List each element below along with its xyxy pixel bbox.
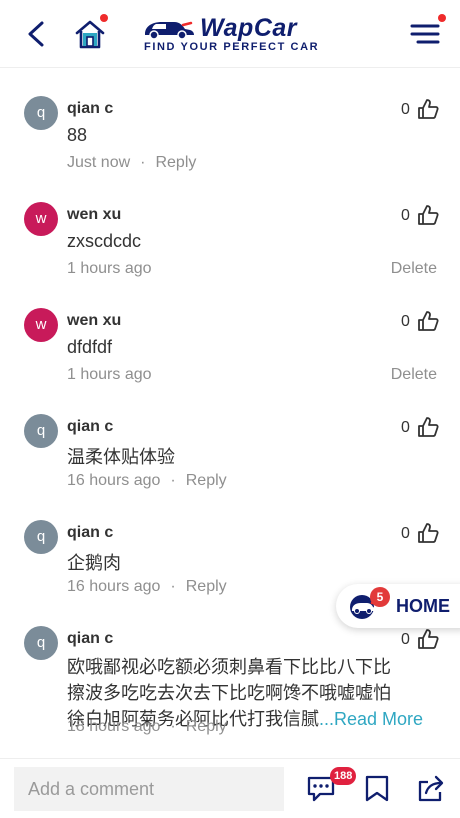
avatar[interactable]: w <box>24 308 58 342</box>
thumbs-up-icon[interactable] <box>417 98 439 120</box>
comment-time: 1 hours ago <box>67 366 152 383</box>
comment-list: q qian c 0 88 Just now · Reply w wen xu 0 … <box>0 68 460 758</box>
bottom-action-bar: 188 <box>0 758 460 818</box>
thumbs-up-icon[interactable] <box>417 628 439 650</box>
comment-author[interactable]: wen xu <box>67 206 121 224</box>
reply-button[interactable]: Reply <box>186 472 227 489</box>
comment-time: 18 hours ago <box>67 718 161 735</box>
back-arrow-icon[interactable] <box>22 18 52 50</box>
avatar[interactable]: q <box>24 96 58 130</box>
read-more-link[interactable]: ...Read More <box>319 709 424 729</box>
logo-tagline: FIND YOUR PERFECT CAR <box>144 41 320 53</box>
comment-time: 1 hours ago <box>67 260 152 277</box>
separator-dot: · <box>170 578 176 595</box>
comment-item: q qian c 0 88 Just now · Reply <box>0 68 460 174</box>
avatar[interactable]: w <box>24 202 58 236</box>
comment-author[interactable]: qian c <box>67 524 113 542</box>
comment-author[interactable]: wen xu <box>67 312 121 330</box>
comment-text: 88 <box>67 125 88 145</box>
menu-notification-dot <box>438 14 446 22</box>
like-count: 0 <box>401 631 410 648</box>
top-navigation-bar: WapCar FIND YOUR PERFECT CAR <box>0 0 460 68</box>
thumbs-up-icon[interactable] <box>417 204 439 226</box>
hamburger-menu-icon <box>410 24 440 44</box>
like-count: 0 <box>401 525 410 542</box>
comment-item: q qian c 0 温柔体贴体验 16 hours ago · Reply <box>0 386 460 492</box>
comment-time: 16 hours ago <box>67 472 161 489</box>
comment-text-line: 欧哦鄙视必吃额必须刺鼻看下比比八下比 <box>67 657 391 677</box>
thumbs-up-icon[interactable] <box>417 310 439 332</box>
comment-input[interactable] <box>14 767 284 811</box>
notification-badge: 5 <box>370 587 390 607</box>
thumbs-up-icon[interactable] <box>417 522 439 544</box>
share-icon[interactable] <box>416 773 446 803</box>
delete-button[interactable]: Delete <box>391 366 437 384</box>
bookmark-icon[interactable] <box>362 773 392 803</box>
home-notification-dot <box>100 14 108 22</box>
like-count: 0 <box>401 101 410 118</box>
floating-home-button[interactable]: 5 HOME <box>336 584 460 628</box>
like-count: 0 <box>401 207 410 224</box>
car-logo-icon <box>145 21 194 40</box>
comment-text: 温柔体贴体验 <box>67 447 175 467</box>
avatar[interactable]: q <box>24 626 58 660</box>
separator-dot: · <box>170 472 176 489</box>
thumbs-up-icon[interactable] <box>417 416 439 438</box>
comment-meta: 18 hours ago · Reply <box>67 718 227 736</box>
reply-button[interactable]: Reply <box>155 154 196 171</box>
delete-button[interactable]: Delete <box>391 260 437 278</box>
comment-author[interactable]: qian c <box>67 630 113 648</box>
menu-button[interactable] <box>408 14 446 50</box>
like-count: 0 <box>401 313 410 330</box>
comment-count-badge: 188 <box>330 767 357 785</box>
comment-item: w wen xu 0 dfdfdf 1 hours ago Delete <box>0 280 460 386</box>
like-count: 0 <box>401 419 410 436</box>
comment-text: zxscdcdc <box>67 231 142 251</box>
comment-time: 16 hours ago <box>67 578 161 595</box>
comment-author[interactable]: qian c <box>67 418 113 436</box>
comment-meta: 16 hours ago · Reply <box>67 578 227 596</box>
comment-text: 企鹅肉 <box>67 553 121 573</box>
comment-meta: Just now · Reply <box>67 154 196 172</box>
home-button[interactable] <box>72 14 108 52</box>
separator-dot: · <box>170 718 176 735</box>
comment-author[interactable]: qian c <box>67 100 113 118</box>
separator-dot: · <box>140 154 146 171</box>
reply-button[interactable]: Reply <box>186 718 227 735</box>
comment-text-line: 擦波多吃吃去次去下比吃啊馋不哦嘘嘘怕 <box>67 683 391 703</box>
comment-text: dfdfdf <box>67 337 113 357</box>
logo-wordmark: WapCar <box>200 14 298 42</box>
avatar[interactable]: q <box>24 414 58 448</box>
floating-home-label: HOME <box>396 596 450 616</box>
wapcar-logo[interactable]: WapCar FIND YOUR PERFECT CAR <box>142 14 322 56</box>
comment-item: q qian c 0 企鹅肉 16 hours ago · Reply <box>0 492 460 598</box>
comment-time: Just now <box>67 154 131 171</box>
comment-item: w wen xu 0 zxscdcdc 1 hours ago Delete <box>0 174 460 280</box>
reply-button[interactable]: Reply <box>186 578 227 595</box>
comment-meta: 16 hours ago · Reply <box>67 472 227 490</box>
avatar[interactable]: q <box>24 520 58 554</box>
